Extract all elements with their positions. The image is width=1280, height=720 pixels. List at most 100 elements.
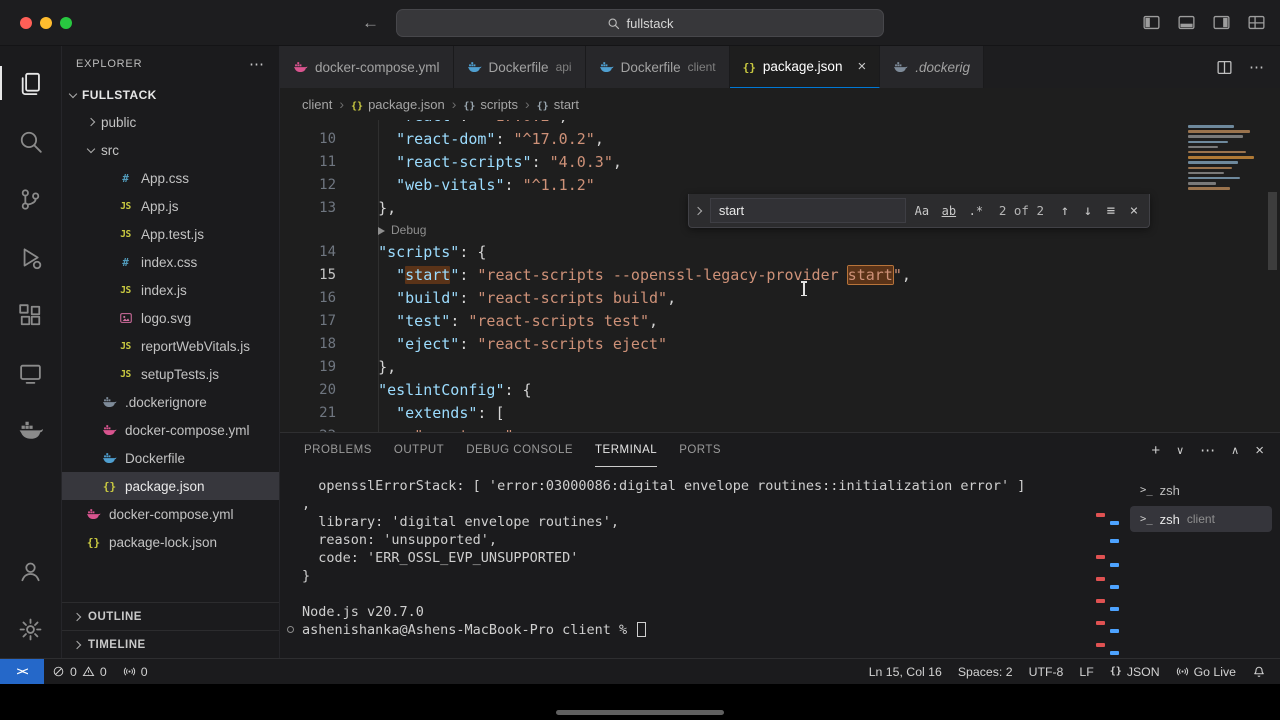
code-line-16[interactable]: 16 "build": "react-scripts build", — [280, 287, 1280, 310]
activity-explorer[interactable] — [0, 54, 62, 112]
outline-section[interactable]: OUTLINE — [62, 602, 279, 630]
tree-item-logo.svg[interactable]: logo.svg — [62, 304, 279, 332]
layout-customize-icon[interactable] — [1247, 13, 1266, 32]
activity-settings[interactable] — [0, 600, 62, 658]
problems-status[interactable]: 0 0 — [44, 659, 115, 684]
notifications-bell[interactable] — [1244, 659, 1280, 684]
panel-tab-output[interactable]: OUTPUT — [394, 433, 444, 467]
code-line-17[interactable]: 17 "test": "react-scripts test", — [280, 310, 1280, 333]
tree-item-App.test.js[interactable]: JS App.test.js — [62, 220, 279, 248]
editor-scrollbar[interactable] — [1268, 192, 1277, 270]
terminal-line: Node.js v20.7.0 — [302, 604, 424, 620]
code-line-20[interactable]: 20 "eslintConfig": { — [280, 379, 1280, 402]
whole-word-icon[interactable]: ab — [938, 200, 960, 222]
next-match-icon[interactable]: ↓ — [1079, 203, 1097, 219]
panel-tab-terminal[interactable]: TERMINAL — [595, 433, 658, 467]
tab-.dockerig[interactable]: .dockerig — [880, 46, 984, 88]
tree-item-docker-compose.yml[interactable]: docker-compose.yml — [62, 416, 279, 444]
tab-Dockerfile-api[interactable]: Dockerfile api — [453, 46, 586, 88]
breadcrumb-item-client[interactable]: client — [302, 97, 332, 112]
cursor-position-status[interactable]: Ln 15, Col 16 — [861, 659, 950, 684]
zoom-window-button[interactable] — [60, 16, 72, 29]
toggle-replace-icon[interactable] — [691, 206, 705, 215]
code-line-15[interactable]: 15 "start": "react-scripts --openssl-leg… — [280, 264, 1280, 287]
breadcrumb-item-start[interactable]: {} start — [537, 97, 579, 112]
tree-item-.dockerignore[interactable]: .dockerignore — [62, 388, 279, 416]
breadcrumb-item-package.json[interactable]: {} package.json — [351, 97, 445, 112]
panel-tab-problems[interactable]: PROBLEMS — [304, 433, 372, 467]
line-number: 18 — [319, 336, 336, 352]
terminal-tab-zsh[interactable]: >_ zsh — [1130, 477, 1272, 503]
tree-item-public[interactable]: public — [62, 108, 279, 136]
code-area[interactable]: 9 "react": "^17.0.2",10 "react-dom": "^1… — [280, 120, 1280, 432]
timeline-section[interactable]: TIMELINE — [62, 630, 279, 658]
tree-item-docker-compose.yml[interactable]: docker-compose.yml — [62, 500, 279, 528]
ports-status[interactable]: 0 — [115, 659, 156, 684]
code-line-14[interactable]: 14 "scripts": { — [280, 241, 1280, 264]
layout-sidebar-icon[interactable] — [1142, 13, 1161, 32]
previous-match-icon[interactable]: ↑ — [1056, 203, 1074, 219]
indentation-status[interactable]: Spaces: 2 — [950, 659, 1021, 684]
code-line-11[interactable]: 11 "react-scripts": "4.0.3", — [280, 151, 1280, 174]
nav-back-button[interactable]: ← — [362, 13, 379, 33]
terminal-dropdown-icon[interactable]: ∨ — [1176, 444, 1184, 457]
activity-docker[interactable] — [0, 402, 62, 460]
split-editor-icon[interactable] — [1216, 59, 1233, 76]
find-in-selection-icon[interactable]: ≡ — [1102, 203, 1120, 219]
code-line-10[interactable]: 10 "react-dom": "^17.0.2", — [280, 128, 1280, 151]
command-center-search[interactable]: fullstack — [396, 9, 884, 37]
tree-item-package-lock.json[interactable]: {} package-lock.json — [62, 528, 279, 556]
command-decoration-icon[interactable] — [287, 626, 294, 633]
maximize-panel-icon[interactable]: ∧ — [1231, 444, 1239, 457]
activity-remote-explorer[interactable] — [0, 344, 62, 402]
terminal-output[interactable]: opensslErrorStack: [ 'error:03000086:dig… — [280, 467, 1130, 658]
workspace-root[interactable]: FULLSTACK — [62, 82, 279, 108]
code-line-18[interactable]: 18 "eject": "react-scripts eject" — [280, 333, 1280, 356]
layout-sidebar-right-icon[interactable] — [1212, 13, 1231, 32]
terminal-tab-zsh-client[interactable]: >_ zsh client — [1130, 506, 1272, 532]
activity-source-control[interactable] — [0, 170, 62, 228]
tree-item-App.css[interactable]: # App.css — [62, 164, 279, 192]
tree-item-src[interactable]: src — [62, 136, 279, 164]
tree-item-index.css[interactable]: # index.css — [62, 248, 279, 276]
breadcrumb-item-scripts[interactable]: {} scripts — [463, 97, 518, 112]
go-live-button[interactable]: Go Live — [1168, 659, 1244, 684]
remote-indicator[interactable]: >< — [0, 659, 44, 684]
tree-item-setupTests.js[interactable]: JS setupTests.js — [62, 360, 279, 388]
tree-item-index.js[interactable]: JS index.js — [62, 276, 279, 304]
layout-panel-icon[interactable] — [1177, 13, 1196, 32]
tab-Dockerfile-client[interactable]: Dockerfile client — [585, 46, 730, 88]
code-line-21[interactable]: 21 "extends": [ — [280, 402, 1280, 425]
explorer-actions-icon[interactable]: ⋯ — [249, 55, 265, 73]
panel-more-icon[interactable]: ⋯ — [1200, 441, 1215, 459]
tree-item-reportWebVitals.js[interactable]: JS reportWebVitals.js — [62, 332, 279, 360]
panel-tab-ports[interactable]: PORTS — [679, 433, 721, 467]
close-window-button[interactable] — [20, 16, 32, 29]
symbol-icon: {} — [536, 100, 549, 112]
minimize-window-button[interactable] — [40, 16, 52, 29]
tab-actions-more-icon[interactable]: ⋯ — [1249, 58, 1265, 76]
new-terminal-icon[interactable]: + — [1151, 442, 1160, 459]
close-icon[interactable]: × — [857, 58, 866, 75]
find-input[interactable] — [709, 198, 906, 223]
close-find-icon[interactable]: × — [1125, 203, 1143, 219]
code-line-22[interactable]: 22 "react-app", — [280, 425, 1280, 432]
panel-tab-debug-console[interactable]: DEBUG CONSOLE — [466, 433, 573, 467]
minimap[interactable] — [1188, 125, 1264, 192]
match-case-icon[interactable]: Aa — [911, 200, 933, 222]
activity-extensions[interactable] — [0, 286, 62, 344]
regex-icon[interactable]: .* — [965, 200, 987, 222]
tree-item-Dockerfile[interactable]: Dockerfile — [62, 444, 279, 472]
tree-item-App.js[interactable]: JS App.js — [62, 192, 279, 220]
activity-run-debug[interactable] — [0, 228, 62, 286]
encoding-status[interactable]: UTF-8 — [1021, 659, 1072, 684]
activity-accounts[interactable] — [0, 542, 62, 600]
close-panel-icon[interactable]: × — [1255, 442, 1264, 459]
tab-docker-compose.yml[interactable]: docker-compose.yml — [280, 46, 454, 88]
file-icon-js: JS — [120, 228, 131, 240]
tree-item-package.json[interactable]: {} package.json — [62, 472, 279, 500]
code-line-19[interactable]: 19 }, — [280, 356, 1280, 379]
code-line-9[interactable]: 9 "react": "^17.0.2", — [280, 120, 1280, 128]
tab-package.json[interactable]: {} package.json × — [729, 46, 881, 88]
activity-search[interactable] — [0, 112, 62, 170]
